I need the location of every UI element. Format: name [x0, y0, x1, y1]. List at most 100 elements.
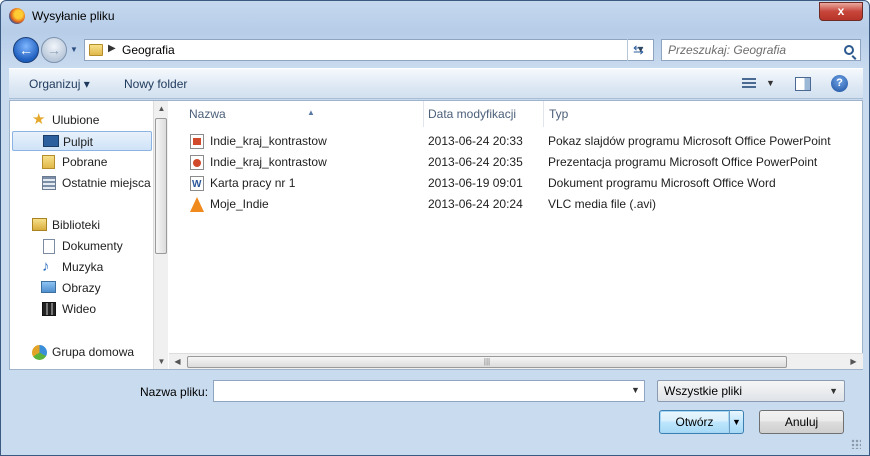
sidebar-item-ostatnie-miejsca[interactable]: Ostatnie miejsca	[10, 173, 152, 193]
sidebar-item-pobrane[interactable]: Pobrane	[10, 152, 152, 172]
address-bar[interactable]: ▶ Geografia ▼	[84, 39, 654, 61]
sidebar-item-muzyka[interactable]: ♪ Muzyka	[10, 257, 152, 277]
file-type-filter-value: Wszystkie pliki	[664, 384, 743, 398]
command-toolbar: Organizuj ▾ Nowy folder ▼ ?	[9, 68, 863, 99]
column-header-modified[interactable]: Data modyfikacji	[424, 101, 544, 127]
breadcrumb-geografia[interactable]: Geografia	[122, 43, 175, 57]
file-type: Pokaz slajdów programu Microsoft Office …	[548, 134, 831, 148]
powerpoint-icon	[190, 155, 204, 170]
sidebar-item-wideo[interactable]: Wideo	[10, 299, 152, 319]
search-input[interactable]: Przeszukaj: Geografia	[668, 43, 786, 57]
star-icon: ★	[32, 111, 46, 128]
open-button[interactable]: Otwórz	[659, 410, 730, 434]
sidebar-item-label: Pulpit	[63, 135, 94, 149]
sidebar-item-label: Dokumenty	[62, 239, 123, 253]
sidebar-item-label: Ulubione	[52, 113, 100, 127]
sidebar-item-label: Ostatnie miejsca	[62, 176, 151, 190]
file-modified: 2013-06-24 20:33	[428, 134, 523, 148]
help-icon[interactable]: ?	[831, 75, 848, 92]
resize-grip-icon[interactable]	[851, 439, 861, 449]
libraries-icon	[32, 218, 47, 231]
file-name: Karta pracy nr 1	[210, 176, 296, 190]
sidebar-item-dokumenty[interactable]: Dokumenty	[10, 236, 152, 256]
organize-button[interactable]: Organizuj ▾	[29, 77, 90, 91]
column-header-label: Nazwa	[189, 107, 226, 121]
downloads-icon	[42, 155, 55, 169]
file-name: Indie_kraj_kontrastow	[210, 155, 327, 169]
file-upload-dialog: Wysyłanie pliku x ← → ▼ ▶ Geografia ▼ ⇆ …	[0, 0, 870, 456]
close-button[interactable]: x	[819, 2, 863, 21]
word-icon	[190, 174, 204, 195]
powerpoint-show-icon	[190, 134, 204, 149]
navigation-pane: ★ Ulubione Pulpit Pobrane Ostatnie miejs…	[10, 101, 168, 369]
scroll-right-icon[interactable]: ▶	[846, 354, 861, 369]
file-modified: 2013-06-24 20:24	[428, 197, 523, 211]
preview-pane-icon[interactable]	[795, 77, 811, 91]
file-type: Prezentacja programu Microsoft Office Po…	[548, 155, 818, 169]
title-bar: Wysyłanie pliku x	[1, 1, 869, 33]
search-icon[interactable]	[844, 45, 854, 55]
sidebar-item-label: Obrazy	[62, 281, 101, 295]
chevron-down-icon: ▼	[829, 386, 838, 396]
homegroup-icon	[32, 345, 47, 360]
file-type-filter[interactable]: Wszystkie pliki ▼	[657, 380, 845, 402]
file-row[interactable]: Karta pracy nr 1 2013-06-19 09:01 Dokume…	[169, 173, 863, 195]
column-header-type[interactable]: Typ	[544, 101, 863, 127]
scroll-left-icon[interactable]: ◀	[170, 354, 185, 369]
filename-dropdown-icon[interactable]: ▼	[631, 385, 640, 395]
sidebar-item-label: Muzyka	[62, 260, 104, 274]
forward-button[interactable]: →	[41, 37, 67, 63]
sidebar-item-label: Grupa domowa	[52, 345, 135, 359]
recent-pages-dropdown[interactable]: ▼	[70, 46, 78, 54]
column-header-name[interactable]: ▲ Nazwa	[169, 101, 424, 127]
file-name: Indie_kraj_kontrastow	[210, 134, 327, 148]
scroll-down-icon[interactable]: ▼	[154, 354, 169, 369]
open-options-dropdown[interactable]: ▼	[729, 410, 744, 434]
pictures-icon	[41, 281, 56, 293]
sidebar-scrollbar[interactable]: ▲ ▼	[153, 101, 168, 369]
file-row[interactable]: Moje_Indie 2013-06-24 20:24 VLC media fi…	[169, 194, 863, 215]
sidebar-item-label: Wideo	[62, 302, 97, 316]
window-title: Wysyłanie pliku	[32, 9, 115, 23]
refresh-button[interactable]: ⇆	[627, 39, 649, 61]
view-options-dropdown[interactable]: ▼	[766, 78, 775, 88]
firefox-icon	[9, 8, 25, 24]
recent-places-icon	[42, 176, 56, 190]
file-row[interactable]: Indie_kraj_kontrastow 2013-06-24 20:33 P…	[169, 131, 863, 152]
documents-icon	[43, 239, 55, 254]
file-row[interactable]: Indie_kraj_kontrastow 2013-06-24 20:35 P…	[169, 152, 863, 173]
back-button[interactable]: ←	[13, 37, 39, 63]
desktop-icon	[43, 135, 59, 147]
search-box[interactable]: Przeszukaj: Geografia	[661, 39, 861, 61]
change-view-icon[interactable]	[742, 78, 756, 90]
music-icon: ♪	[42, 258, 50, 275]
filename-label: Nazwa pliku:	[140, 385, 209, 399]
cancel-button[interactable]: Anuluj	[759, 410, 844, 434]
sort-ascending-icon: ▲	[307, 108, 315, 117]
column-header-label: Typ	[549, 107, 569, 121]
new-folder-button[interactable]: Nowy folder	[124, 77, 187, 91]
sidebar-item-label: Biblioteki	[52, 218, 101, 232]
sidebar-item-favorites[interactable]: ★ Ulubione	[10, 110, 152, 130]
file-list-scrollbar[interactable]: ◀ ||| ▶	[169, 353, 863, 369]
file-type: VLC media file (.avi)	[548, 197, 657, 211]
sidebar-item-libraries[interactable]: Biblioteki	[10, 215, 152, 235]
scrollbar-thumb[interactable]	[155, 118, 167, 254]
filename-field[interactable]	[213, 380, 645, 402]
file-list: ▲ Nazwa Data modyfikacji Typ Indie_kraj_…	[169, 101, 863, 369]
sidebar-item-obrazy[interactable]: Obrazy	[10, 278, 152, 298]
sidebar-item-label: Pobrane	[62, 155, 108, 169]
browser-area: ★ Ulubione Pulpit Pobrane Ostatnie miejs…	[9, 100, 863, 370]
video-icon	[42, 302, 56, 316]
file-modified: 2013-06-19 09:01	[428, 176, 523, 190]
scroll-up-icon[interactable]: ▲	[154, 101, 169, 116]
breadcrumb-chevron-icon[interactable]: ▶	[108, 43, 116, 54]
file-modified: 2013-06-24 20:35	[428, 155, 523, 169]
sidebar-item-pulpit[interactable]: Pulpit	[12, 131, 152, 151]
scrollbar-thumb[interactable]: |||	[187, 356, 787, 368]
folder-icon	[89, 44, 103, 56]
vlc-icon	[190, 197, 204, 212]
sidebar-item-homegroup[interactable]: Grupa domowa	[10, 342, 152, 362]
file-type: Dokument programu Microsoft Office Word	[548, 176, 776, 190]
file-name: Moje_Indie	[210, 197, 269, 211]
